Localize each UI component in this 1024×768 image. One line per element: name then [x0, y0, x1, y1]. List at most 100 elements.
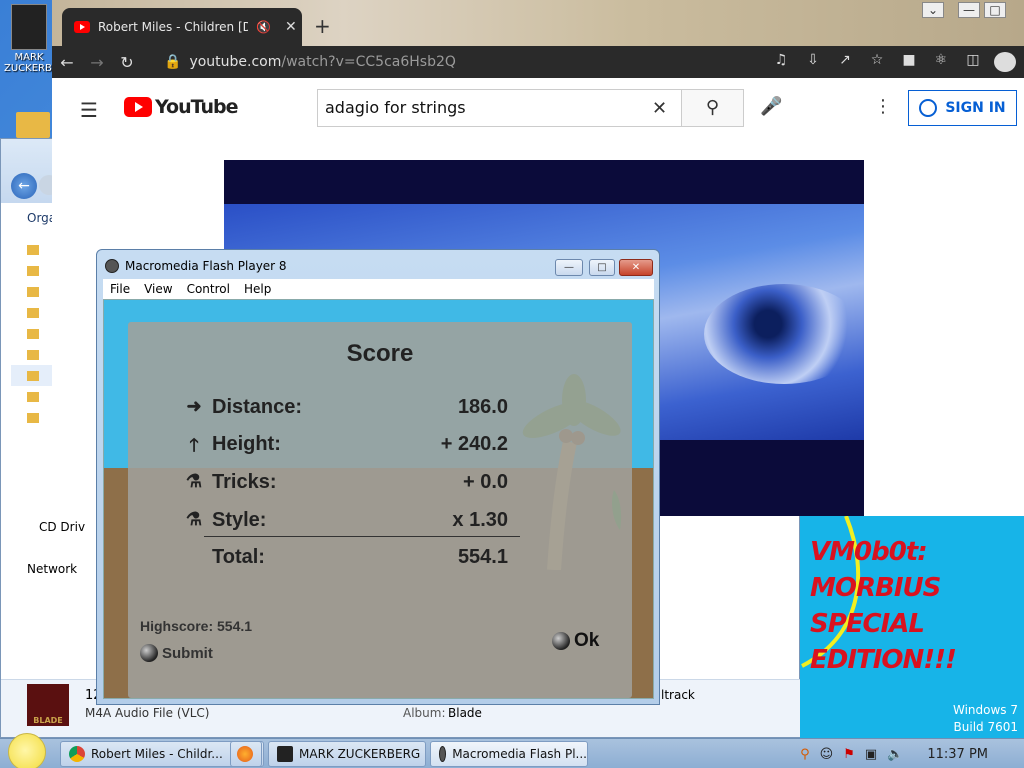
submit-button[interactable]: Submit	[140, 644, 213, 662]
ok-label: Ok	[574, 630, 600, 651]
total-value: 554.1	[457, 546, 508, 568]
tab-close-icon[interactable]: ✕	[285, 19, 297, 35]
menu-help[interactable]: Help	[237, 282, 278, 296]
profile-avatar-icon[interactable]	[994, 52, 1016, 72]
ok-button[interactable]: Ok	[552, 630, 599, 652]
new-tab-button[interactable]: +	[314, 14, 331, 38]
caption-line-2: MORBIUS	[810, 573, 941, 603]
flash-player-icon	[105, 259, 119, 273]
extensions-puzzle-icon[interactable]: ⚛	[930, 52, 952, 72]
clock[interactable]: 11:37 PM	[927, 747, 988, 762]
caption-line-4: EDITION!!!	[810, 645, 957, 675]
back-arrow-icon[interactable]: ←	[11, 173, 37, 199]
chevron-down-icon[interactable]: ⌄	[922, 2, 944, 18]
install-icon[interactable]: ⇩	[802, 52, 824, 72]
menu-view[interactable]: View	[137, 282, 179, 296]
smiley-icon[interactable]: ☺	[820, 747, 834, 762]
media-control-icon[interactable]: ♫	[770, 52, 792, 72]
total-label: Total:	[212, 546, 265, 568]
taskbar: Robert Miles - Childr... MARK ZUCKERBERG…	[0, 733, 1024, 768]
more-options-icon[interactable]: ⋮	[874, 96, 892, 117]
submit-label: Submit	[162, 644, 213, 662]
sign-in-label: SIGN IN	[945, 100, 1006, 116]
total-divider	[204, 536, 520, 537]
system-tray: ⚲ ☺ ⚑ ▣ 🔈 11:37 PM	[800, 741, 1024, 767]
taskbar-label: Robert Miles - Childr...	[91, 747, 223, 761]
url-domain: youtube.com	[189, 54, 282, 70]
youtube-favicon-icon	[74, 21, 90, 33]
caption-line-1: VM0b0t:	[810, 537, 928, 567]
windows-build-watermark: Windows 7 Build 7601	[953, 702, 1018, 736]
youtube-header: ☰ YouTube adagio for strings ✕ ⚲ 🎤 ⋮ SIG…	[52, 78, 1024, 136]
folder-icon	[27, 391, 39, 402]
file-type: M4A Audio File (VLC)	[85, 706, 210, 720]
folder-icon	[27, 286, 39, 297]
address-bar[interactable]: 🔒 youtube.com/watch?v=CC5ca6Hsb2Q	[164, 50, 744, 74]
desktop-folder-icon[interactable]	[16, 112, 50, 138]
mute-icon[interactable]: 🔇	[256, 20, 271, 34]
maximize-button[interactable]: □	[589, 259, 615, 276]
vm0b0t-caption: VM0b0t: MORBIUS SPECIAL EDITION!!!	[810, 534, 957, 678]
lock-icon[interactable]: 🔒	[164, 54, 181, 70]
reload-icon[interactable]: ↻	[112, 53, 142, 72]
folder-icon	[27, 370, 39, 381]
forward-arrow-icon[interactable]: →	[82, 53, 112, 72]
score-row-height: 🡑 Height: + 240.2	[184, 433, 508, 461]
taskbar-firefox-button[interactable]	[230, 741, 262, 767]
score-row-style: ⚗ Style: x 1.30	[184, 509, 508, 537]
search-icon: ⚲	[705, 97, 720, 118]
taskbar-label: MARK ZUCKERBERG	[299, 747, 421, 761]
score-label: Height:	[212, 433, 281, 455]
youtube-play-icon	[124, 97, 152, 117]
flash-game-stage[interactable]: Score ➜ Distance: 186.0 🡑 Height: + 240.…	[103, 299, 654, 699]
folder-thumbnail-icon	[11, 4, 47, 50]
nav-item-cd-drive[interactable]: CD Driv	[39, 520, 85, 534]
flash-player-window: Macromedia Flash Player 8 — □ ✕ File Vie…	[96, 249, 660, 705]
sign-in-button[interactable]: SIGN IN	[908, 90, 1017, 126]
highscore-text: Highscore: 554.1	[140, 618, 253, 634]
search-button[interactable]: ⚲	[681, 89, 744, 127]
search-input[interactable]: adagio for strings	[317, 89, 681, 127]
desktop-icon-mark-zuckerberg[interactable]: MARK ZUCKERBERG	[4, 4, 73, 74]
volume-icon[interactable]: 🔈	[887, 747, 903, 762]
search-icon[interactable]: ⚲	[800, 747, 810, 762]
network-icon[interactable]: ▣	[865, 747, 877, 762]
url-path: /watch?v=CC5ca6Hsb2Q	[281, 54, 456, 70]
back-arrow-icon[interactable]: ←	[52, 53, 82, 72]
taskbar-folder-button[interactable]: MARK ZUCKERBERG	[268, 741, 426, 767]
action-center-flag-icon[interactable]: ⚑	[843, 747, 855, 762]
folder-icon	[277, 746, 293, 762]
score-row-total: Total: 554.1	[184, 546, 508, 574]
folder-icon	[27, 349, 39, 360]
flash-title-bar: Macromedia Flash Player 8	[105, 259, 287, 273]
side-panel-icon[interactable]: ◫	[962, 52, 984, 72]
flash-window-title: Macromedia Flash Player 8	[125, 259, 287, 273]
youtube-logo[interactable]: YouTube	[124, 96, 238, 118]
folder-icon	[27, 265, 39, 276]
score-label: Tricks:	[212, 471, 277, 493]
bookmark-star-icon[interactable]: ☆	[866, 52, 888, 72]
close-button[interactable]: ✕	[619, 259, 653, 276]
score-label: Distance:	[212, 396, 303, 418]
clear-search-icon[interactable]: ✕	[652, 98, 667, 119]
desktop-icon-label-2: ZUCKERBERG	[4, 63, 73, 74]
album-value: Blade	[448, 706, 482, 720]
toolbar-actions: ♫ ⇩ ↗ ☆ ■ ⚛ ◫	[770, 52, 1016, 72]
nav-item-network[interactable]: Network	[27, 562, 77, 576]
minimize-button[interactable]: —	[555, 259, 583, 276]
share-icon[interactable]: ↗	[834, 52, 856, 72]
menu-hamburger-icon[interactable]: ☰	[80, 98, 98, 122]
flash-menu-bar: File View Control Help	[103, 279, 654, 299]
score-row-tricks: ⚗ Tricks: + 0.0	[184, 471, 508, 499]
flag-extension-icon[interactable]: ■	[898, 52, 920, 72]
maximize-button[interactable]: □	[984, 2, 1006, 18]
windows-build: Build 7601	[953, 720, 1018, 734]
minimize-button[interactable]: —	[958, 2, 980, 18]
tab-youtube[interactable]: Robert Miles - Children [Dre 🔇 ✕	[62, 8, 302, 46]
account-icon	[919, 99, 938, 117]
menu-file[interactable]: File	[103, 282, 137, 296]
microphone-icon[interactable]: 🎤	[760, 96, 782, 117]
menu-control[interactable]: Control	[180, 282, 237, 296]
start-button[interactable]	[8, 733, 46, 768]
taskbar-flash-button[interactable]: Macromedia Flash Pl...	[430, 741, 588, 767]
